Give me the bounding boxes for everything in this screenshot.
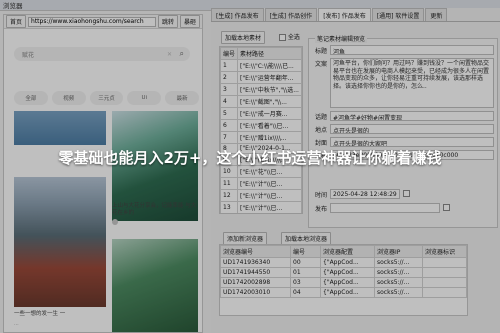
app-window: 浏览器 首页 跳转 暴砸 赋花 ✕ ⌕ 全部 视频 三元贞 Ui 最新 上山 xyxy=(0,0,500,333)
promo-headline: 零基础也能月入2万+，这个小红书运营神器让你躺着赚钱 xyxy=(58,149,442,167)
